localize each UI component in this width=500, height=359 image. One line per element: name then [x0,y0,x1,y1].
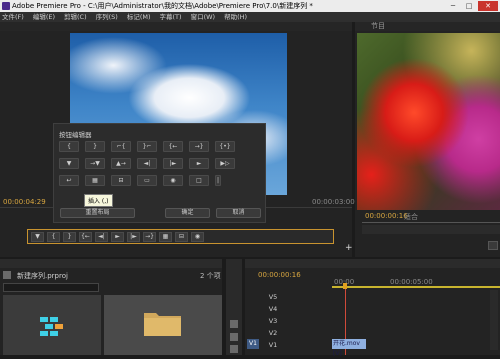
maximize-button[interactable]: □ [462,1,476,11]
mark-out-button[interactable]: } [85,141,105,152]
track-label-v3[interactable]: V3 [260,317,286,325]
play-button[interactable]: ► [111,232,124,242]
project-tab-row [0,259,222,268]
go-to-in-button[interactable]: {← [79,232,92,242]
mark-out-button[interactable]: } [63,232,76,242]
program-scrub-bar[interactable] [362,222,500,223]
source-timecode[interactable]: 00:00:04:29 [3,198,46,206]
slip-tool-icon[interactable] [230,333,238,341]
safe-margins-button[interactable]: ▭ [137,175,157,186]
go-to-prev-marker-button[interactable]: ▲→ [111,158,131,169]
menu-edit[interactable]: 编辑(E) [33,12,55,22]
insert-tooltip: 插入 (,) [84,194,113,207]
loop-icon[interactable]: ↩ [59,175,79,186]
step-back-button[interactable]: ◄| [95,232,108,242]
razor-tool-icon[interactable] [230,320,238,328]
overwrite-button[interactable]: ⊟ [175,232,188,242]
close-button[interactable]: ✕ [478,1,498,11]
project-file-icon [3,271,11,279]
ruler-5s-label: 00:00:05:00 [390,278,433,286]
source-end-timecode: 00:00:03:00 [312,198,355,206]
program-video-frame [357,33,500,210]
work-area-bar[interactable] [332,286,500,288]
export-frame-icon[interactable]: ◉ [191,232,204,242]
project-item-count: 2 个项 [200,272,221,280]
menu-help[interactable]: 帮助(H) [224,12,247,22]
menu-sequence[interactable]: 序列(S) [96,12,118,22]
minimize-button[interactable]: ─ [446,1,460,11]
program-tab[interactable]: 节目 [355,22,500,31]
mark-in-button[interactable]: { [59,141,79,152]
add-marker-button[interactable]: ▼ [59,158,79,169]
go-to-in-button[interactable]: {← [163,141,183,152]
overwrite-button[interactable]: ⊟ [111,175,131,186]
sequence-icon [40,317,63,336]
track-label-v1[interactable]: V1 [260,341,286,349]
clear-out-button[interactable]: }⌐ [137,141,157,152]
ok-button[interactable]: 确定 [165,208,210,218]
source-patch-v1[interactable]: V1 [247,339,259,349]
window-title: Adobe Premiere Pro - C:\用户\Administrator… [12,2,313,10]
play-in-to-out-button[interactable]: {•} [215,141,235,152]
clear-in-button[interactable]: ⌐{ [111,141,131,152]
go-to-out-button[interactable]: →} [143,232,156,242]
comment-icon[interactable]: □ [189,175,209,186]
add-button-plus-icon[interactable]: + [345,243,353,253]
timeline-scrollbar[interactable] [490,290,498,350]
transport-bar: ▼ { } {← ◄| ► |► →} ▦ ⊟ ◉ [27,229,334,244]
menu-bar: 文件(F) 编辑(E) 剪辑(C) 序列(S) 标记(M) 字幕(T) 窗口(W… [0,12,500,22]
menu-file[interactable]: 文件(F) [2,12,24,22]
play-button[interactable]: ► [189,158,209,169]
go-to-out-button[interactable]: →} [189,141,209,152]
source-tab-row [0,22,352,31]
timeline-clip[interactable]: 开花.mov [V] [332,339,366,357]
program-tab-label: 节目 [371,22,385,30]
menu-title[interactable]: 字幕(T) [160,12,182,22]
track-label-v5[interactable]: V5 [260,293,286,301]
spacer-button[interactable]: | [215,175,221,186]
track-label-v2[interactable]: V2 [260,329,286,337]
pen-tool-icon[interactable] [230,345,238,353]
go-to-next-marker-button[interactable]: →▼ [85,158,105,169]
reset-layout-button[interactable]: 重置布局 [60,208,135,218]
folder-icon [144,313,181,336]
step-forward-button[interactable]: |► [127,232,140,242]
track-label-v4[interactable]: V4 [260,305,286,313]
insert-button[interactable]: ▦ [159,232,172,242]
bin-thumbnail[interactable] [104,295,222,355]
project-search-input[interactable] [3,283,99,292]
menu-marker[interactable]: 标记(M) [127,12,151,22]
step-forward-button[interactable]: |► [163,158,183,169]
cancel-button[interactable]: 取消 [216,208,261,218]
add-marker-button[interactable]: ▼ [31,232,44,242]
step-back-button[interactable]: ◄| [137,158,157,169]
play-around-button[interactable]: ▶▷ [215,158,235,169]
program-fit-select[interactable]: 适合 [404,212,418,222]
program-ruler [362,225,500,234]
timeline-timecode[interactable]: 00:00:00:16 [258,271,301,279]
sequence-thumbnail[interactable] [3,295,101,355]
program-controls-button[interactable] [488,241,498,250]
menu-clip[interactable]: 剪辑(C) [64,12,87,22]
export-frame-icon[interactable]: ◉ [163,175,183,186]
project-name: 新建序列.prproj [17,272,68,280]
timeline-tab-row [245,259,500,268]
title-bar: Adobe Premiere Pro - C:\用户\Administrator… [0,0,500,12]
insert-button[interactable]: ▦ [85,175,105,186]
button-editor-title: 按钮编辑器 [59,131,92,139]
program-timecode[interactable]: 00:00:00:16 [365,212,408,220]
mark-in-button[interactable]: { [47,232,60,242]
menu-window[interactable]: 窗口(W) [191,12,216,22]
premiere-app-icon [2,2,10,10]
